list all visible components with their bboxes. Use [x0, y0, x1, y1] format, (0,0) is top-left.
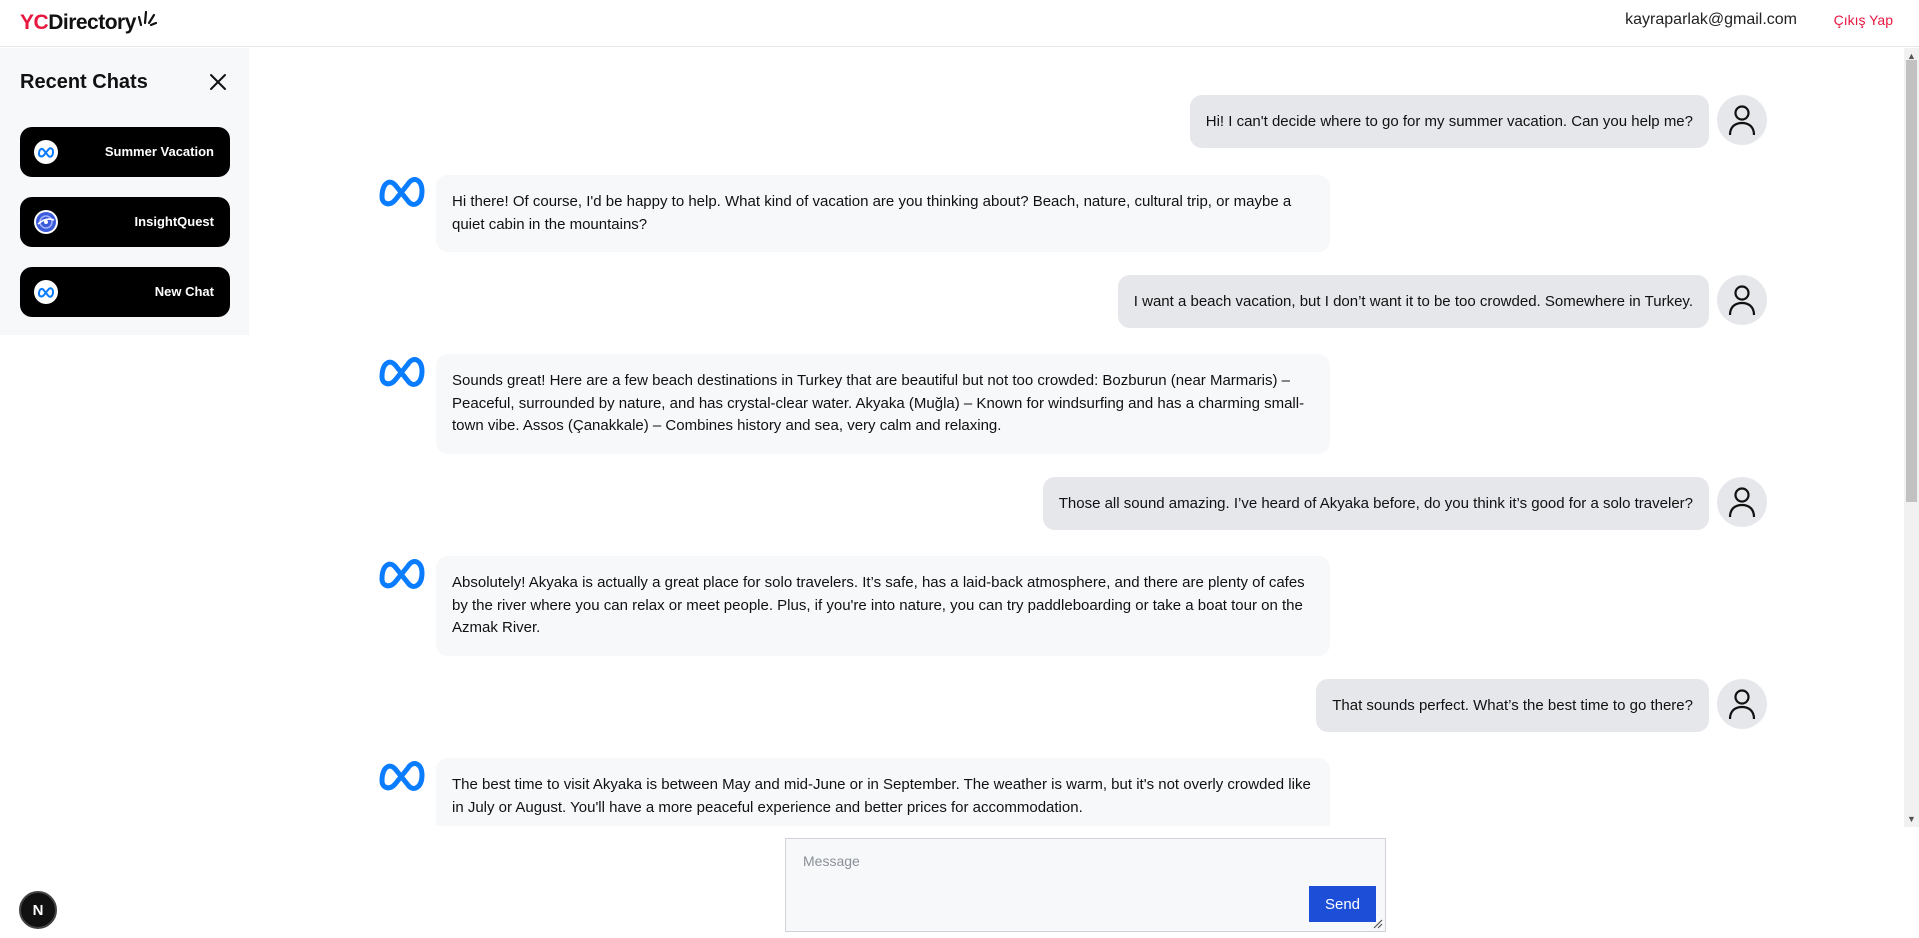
- scroll-down-arrow-icon[interactable]: ▼: [1907, 814, 1916, 824]
- sidebar-item-label: InsightQuest: [134, 214, 214, 229]
- logo-suffix: Directory: [48, 11, 136, 34]
- send-button[interactable]: Send: [1309, 886, 1376, 922]
- scrollbar-thumb[interactable]: [1906, 60, 1917, 502]
- bot-message-bubble: Sounds great! Here are a few beach desti…: [436, 354, 1330, 454]
- user-icon: [1728, 105, 1756, 136]
- user-message-bubble: That sounds perfect. What’s the best tim…: [1316, 679, 1709, 732]
- yc-directory-logo[interactable]: YC Directory: [20, 9, 157, 35]
- top-navbar: YC Directory kayraparlak@gmail.com Çıkış …: [0, 0, 1919, 47]
- logo-sparkle-icon: [137, 10, 157, 27]
- user-email: kayraparlak@gmail.com: [1625, 11, 1797, 28]
- logout-link[interactable]: Çıkış Yap: [1834, 12, 1893, 28]
- meta-ai-icon: [379, 177, 425, 207]
- message-composer: Send: [785, 838, 1386, 932]
- meta-logo-icon: [34, 140, 58, 164]
- bot-message-bubble: The best time to visit Akyaka is between…: [436, 758, 1330, 826]
- sidebar-title: Recent Chats: [20, 71, 148, 93]
- sidebar-item-insightquest[interactable]: InsightQuest: [20, 197, 230, 247]
- sidebar-item-new-chat[interactable]: New Chat: [20, 267, 230, 317]
- user-message-bubble: Hi! I can't decide where to go for my su…: [1189, 95, 1709, 148]
- sidebar-item-label: New Chat: [154, 284, 214, 299]
- chat-scrollbar[interactable]: ▲ ▼: [1904, 48, 1919, 827]
- user-icon: [1728, 689, 1756, 720]
- user-message-bubble: I want a beach vacation, but I don’t wan…: [1117, 275, 1709, 328]
- bot-message-bubble: Hi there! Of course, I'd be happy to hel…: [436, 175, 1330, 252]
- meta-ai-icon: [379, 559, 425, 589]
- resize-handle-icon[interactable]: [1371, 917, 1383, 929]
- user-avatar: [1717, 679, 1767, 729]
- sidebar-item-label: Summer Vacation: [104, 144, 214, 159]
- user-avatar: [1717, 275, 1767, 325]
- close-icon[interactable]: [206, 70, 230, 94]
- meta-ai-icon: [379, 761, 425, 791]
- user-avatar: [1717, 95, 1767, 145]
- chat-messages[interactable]: Hi! I can't decide where to go for my su…: [250, 48, 1904, 826]
- meta-ai-icon: [379, 357, 425, 387]
- logo-prefix: YC: [20, 11, 49, 34]
- user-avatar: [1717, 477, 1767, 527]
- sidebar-item-summer-vacation[interactable]: Summer Vacation: [20, 127, 230, 177]
- bot-message-bubble: Absolutely! Akyaka is actually a great p…: [436, 556, 1330, 656]
- user-icon: [1728, 285, 1756, 316]
- insightquest-globe-icon: [34, 210, 58, 234]
- user-message-bubble: Those all sound amazing. I’ve heard of A…: [1042, 477, 1709, 530]
- meta-logo-icon: [34, 280, 58, 304]
- user-icon: [1728, 487, 1756, 518]
- recent-chats-sidebar: Recent Chats Summer Vacation InsightQues…: [0, 48, 249, 335]
- nextjs-dev-badge[interactable]: N: [19, 891, 57, 929]
- message-input[interactable]: [786, 839, 1385, 931]
